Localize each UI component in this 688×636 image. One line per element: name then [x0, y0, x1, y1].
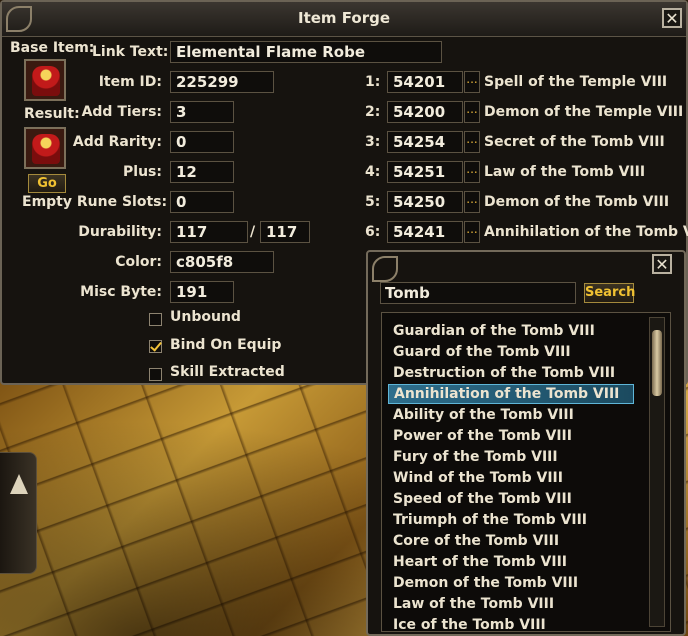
link-text-field[interactable]: Elemental Flame Robe [170, 41, 442, 63]
skill-extracted-checkbox[interactable] [149, 368, 162, 381]
search-button[interactable]: Search [584, 283, 635, 303]
corner-ornament-icon [372, 256, 398, 282]
side-panel-handle[interactable] [0, 452, 37, 574]
rune-index: 4: [365, 164, 381, 180]
color-label: Color: [115, 254, 162, 270]
rune-browse-button[interactable]: ... [464, 161, 480, 183]
rune-index: 3: [365, 134, 381, 150]
list-item-selected[interactable]: Annihilation of the Tomb VIII [388, 384, 634, 404]
unbound-label: Unbound [170, 309, 241, 325]
item-id-field[interactable]: 225299 [170, 71, 274, 93]
add-rarity-field[interactable]: 0 [170, 131, 234, 153]
list-item[interactable]: Triumph of the Tomb VIII [388, 510, 639, 530]
rune-index: 5: [365, 194, 381, 210]
durability-current-field[interactable]: 117 [170, 221, 248, 243]
rune-search-popup: ✕ Tomb Search Guardian of the Tomb VIII … [366, 250, 686, 636]
base-item-label: Base Item: [10, 40, 95, 56]
list-item[interactable]: Fury of the Tomb VIII [388, 447, 639, 467]
rune-index: 2: [365, 104, 381, 120]
misc-byte-field[interactable]: 191 [170, 281, 234, 303]
chevron-up-icon[interactable] [10, 474, 28, 494]
rune-id-field[interactable]: 54254 [387, 131, 463, 153]
rune-name: Secret of the Tomb VIII [484, 134, 665, 150]
scrollbar-thumb[interactable] [652, 330, 662, 396]
rune-name: Demon of the Temple VIII [484, 104, 684, 120]
list-item[interactable]: Ice of the Tomb VIII [388, 615, 639, 631]
rune-browse-button[interactable]: ... [464, 221, 480, 243]
color-field[interactable]: c805f8 [170, 251, 274, 273]
rune-index: 1: [365, 74, 381, 90]
rune-name: Law of the Tomb VIII [484, 164, 646, 180]
rune-id-field[interactable]: 54251 [387, 161, 463, 183]
list-item[interactable]: Wind of the Tomb VIII [388, 468, 639, 488]
search-input[interactable]: Tomb [380, 282, 576, 304]
robe-icon [32, 134, 60, 164]
close-icon[interactable]: ✕ [662, 8, 682, 28]
add-rarity-label: Add Rarity: [72, 134, 162, 150]
rune-browse-button[interactable]: ... [464, 71, 480, 93]
robe-icon [32, 66, 60, 96]
rune-name: Spell of the Temple VIII [484, 74, 668, 90]
link-text-label: Link Text: [92, 44, 169, 60]
durability-label: Durability: [78, 224, 162, 240]
list-item[interactable]: Law of the Tomb VIII [388, 594, 639, 614]
base-item-slot[interactable] [24, 59, 66, 101]
rune-index: 6: [365, 224, 381, 240]
game-screen: Item Forge ✕ Base Item: Result: Go Link … [0, 0, 688, 636]
results-scrollbar[interactable] [649, 317, 665, 627]
rune-id-field[interactable]: 54241 [387, 221, 463, 243]
item-id-label: Item ID: [98, 74, 162, 90]
rune-id-field[interactable]: 54201 [387, 71, 463, 93]
rune-browse-button[interactable]: ... [464, 101, 480, 123]
rune-name: Demon of the Tomb VIII [484, 194, 670, 210]
misc-byte-label: Misc Byte: [80, 284, 162, 300]
plus-label: Plus: [123, 164, 162, 180]
list-item[interactable]: Ability of the Tomb VIII [388, 405, 639, 425]
plus-field[interactable]: 12 [170, 161, 234, 183]
add-tiers-field[interactable]: 3 [170, 101, 234, 123]
list-item[interactable]: Guardian of the Tomb VIII [388, 321, 639, 341]
go-button[interactable]: Go [28, 174, 66, 193]
skill-extracted-label: Skill Extracted [170, 364, 285, 380]
durability-separator: / [250, 224, 256, 240]
bind-on-equip-checkbox[interactable] [149, 340, 162, 353]
list-item[interactable]: Destruction of the Tomb VIII [388, 363, 639, 383]
rune-id-field[interactable]: 54200 [387, 101, 463, 123]
title-bar[interactable]: Item Forge ✕ [2, 2, 686, 37]
result-item-slot[interactable] [24, 127, 66, 169]
list-item[interactable]: Heart of the Tomb VIII [388, 552, 639, 572]
list-item[interactable]: Guard of the Tomb VIII [388, 342, 639, 362]
list-item[interactable]: Power of the Tomb VIII [388, 426, 639, 446]
add-tiers-label: Add Tiers: [81, 104, 162, 120]
bind-on-equip-label: Bind On Equip [170, 337, 282, 353]
window-title: Item Forge [297, 9, 391, 27]
close-icon[interactable]: ✕ [652, 254, 672, 274]
rune-browse-button[interactable]: ... [464, 191, 480, 213]
list-item[interactable]: Demon of the Tomb VIII [388, 573, 639, 593]
empty-rune-slots-label: Empty Rune Slots: [22, 194, 168, 210]
rune-name: Annihilation of the Tomb VIII [484, 224, 688, 240]
list-item[interactable]: Core of the Tomb VIII [388, 531, 639, 551]
durability-max-field[interactable]: 117 [260, 221, 310, 243]
empty-rune-slots-field[interactable]: 0 [170, 191, 234, 213]
unbound-checkbox[interactable] [149, 313, 162, 326]
rune-browse-button[interactable]: ... [464, 131, 480, 153]
rune-id-field[interactable]: 54250 [387, 191, 463, 213]
search-results-list[interactable]: Guardian of the Tomb VIII Guard of the T… [381, 312, 671, 632]
list-item[interactable]: Speed of the Tomb VIII [388, 489, 639, 509]
